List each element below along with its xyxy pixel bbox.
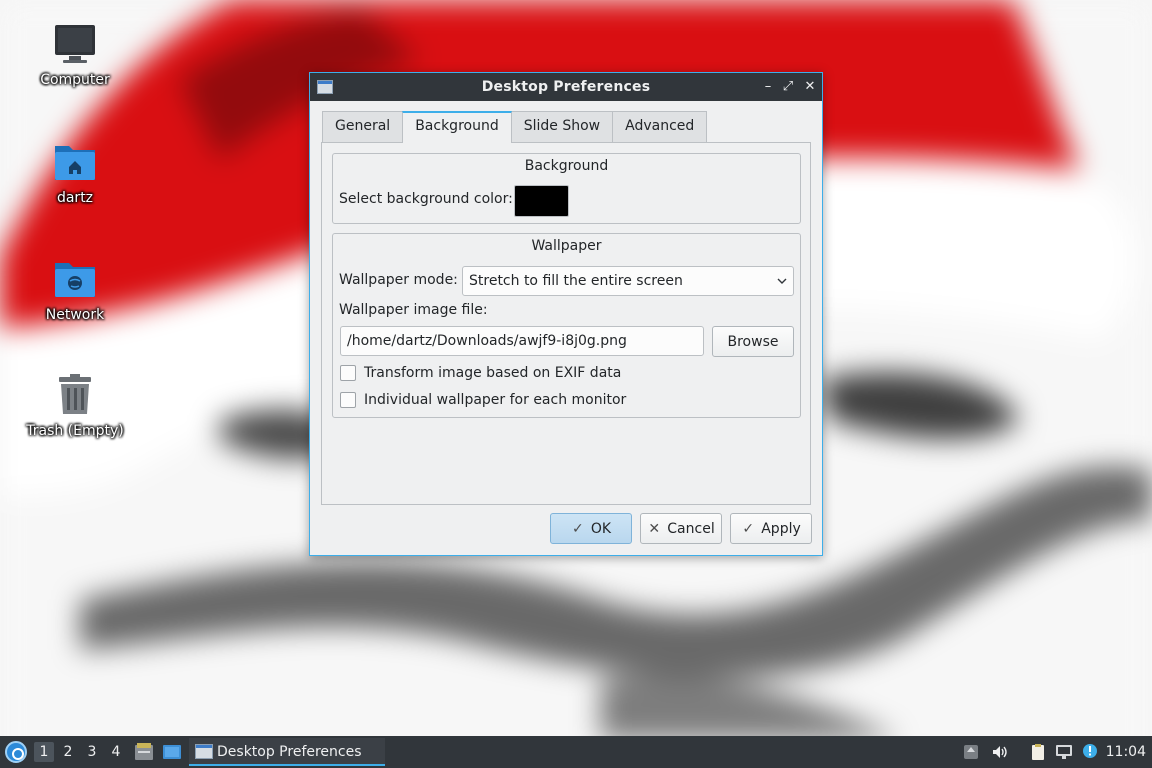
browse-button-label: Browse	[727, 333, 779, 350]
ok-button-label: OK	[590, 520, 612, 537]
updates-icon[interactable]	[962, 743, 980, 761]
wallpaper-mode-label: Wallpaper mode:	[339, 272, 458, 288]
desktop-icon-trash[interactable]: Trash (Empty)	[20, 373, 130, 439]
volume-icon[interactable]	[991, 743, 1009, 761]
tab-bar: General Background Slide Show Advanced	[322, 111, 708, 143]
desktop-icon-label: dartz	[56, 190, 94, 206]
dialog-title: Desktop Preferences	[481, 79, 651, 95]
cancel-button-label: Cancel	[667, 520, 715, 537]
workspace-4[interactable]: 4	[106, 742, 126, 762]
check-icon: ✓	[742, 520, 755, 537]
tab-slide-show[interactable]: Slide Show	[510, 111, 614, 142]
tab-advanced[interactable]: Advanced	[612, 111, 708, 142]
file-manager-icon[interactable]	[134, 742, 154, 762]
chevron-down-icon	[777, 278, 787, 284]
close-x-icon: ✕	[648, 520, 661, 537]
wallpaper-group: Wallpaper Wallpaper mode: Stretch to fil…	[332, 233, 801, 418]
per-monitor-checkbox-label: Individual wallpaper for each monitor	[364, 392, 627, 408]
trash-icon	[53, 373, 97, 417]
network-folder-icon	[53, 257, 97, 301]
window-app-icon	[195, 744, 213, 759]
maximize-icon[interactable]: ⤢	[780, 79, 796, 95]
show-desktop-icon[interactable]	[162, 742, 182, 762]
network-status-icon[interactable]	[1055, 743, 1073, 761]
notification-icon[interactable]	[1081, 743, 1099, 761]
desktop-icon-label: Computer	[40, 72, 110, 88]
wallpaper-file-input[interactable]: /home/dartz/Downloads/awjf9-i8j0g.png	[340, 326, 704, 356]
check-icon: ✓	[572, 520, 584, 537]
per-monitor-checkbox-box[interactable]	[340, 392, 356, 408]
window-app-icon	[317, 80, 333, 94]
cancel-button[interactable]: ✕ Cancel	[640, 513, 722, 544]
wallpaper-mode-select[interactable]: Stretch to fill the entire screen	[462, 266, 794, 296]
browse-button[interactable]: Browse	[712, 326, 794, 357]
desktop-icon-label: Trash (Empty)	[26, 423, 124, 439]
apply-button[interactable]: ✓ Apply	[730, 513, 812, 544]
workspace-1[interactable]: 1	[34, 742, 54, 762]
desktop-icon-label: Network	[45, 307, 105, 323]
exif-checkbox-box[interactable]	[340, 365, 356, 381]
home-folder-icon	[53, 140, 97, 184]
computer-icon	[53, 22, 97, 66]
clock[interactable]: 11:04	[1106, 736, 1146, 768]
wallpaper-file-label: Wallpaper image file:	[339, 302, 488, 318]
minimize-icon[interactable]: –	[760, 79, 776, 95]
workspace-2[interactable]: 2	[58, 742, 78, 762]
background-group: Background Select background color:	[332, 153, 801, 224]
tab-background[interactable]: Background	[402, 111, 512, 143]
close-icon[interactable]: ✕	[802, 79, 818, 95]
start-menu-icon[interactable]	[5, 741, 27, 763]
wallpaper-group-title: Wallpaper	[531, 238, 602, 254]
tab-general[interactable]: General	[322, 111, 404, 142]
exif-checkbox-label: Transform image based on EXIF data	[364, 365, 622, 381]
desktop-icon-network[interactable]: Network	[20, 257, 130, 323]
background-group-title: Background	[524, 158, 609, 174]
wallpaper-mode-value: Stretch to fill the entire screen	[469, 273, 683, 289]
desktop-preferences-dialog: Desktop Preferences – ⤢ ✕ General Backgr…	[309, 72, 823, 556]
desktop-icon-computer[interactable]: Computer	[20, 22, 130, 88]
background-tab-panel: Background Select background color: Wall…	[321, 142, 811, 505]
clipboard-icon[interactable]	[1029, 743, 1047, 761]
background-color-button[interactable]	[514, 185, 569, 217]
desktop-icon-home[interactable]: dartz	[20, 140, 130, 206]
taskbar-window-desktop-preferences[interactable]: Desktop Preferences	[189, 738, 385, 766]
background-color-label: Select background color:	[339, 191, 513, 207]
apply-button-label: Apply	[761, 520, 801, 537]
dialog-titlebar[interactable]: Desktop Preferences – ⤢ ✕	[310, 73, 822, 101]
workspace-3[interactable]: 3	[82, 742, 102, 762]
ok-button[interactable]: ✓ OK	[550, 513, 632, 544]
exif-transform-checkbox[interactable]: Transform image based on EXIF data	[340, 365, 621, 381]
taskbar: 1 2 3 4 Desktop Preferences 11:04	[0, 736, 1152, 768]
per-monitor-wallpaper-checkbox[interactable]: Individual wallpaper for each monitor	[340, 392, 626, 408]
taskbar-window-label: Desktop Preferences	[217, 744, 362, 760]
